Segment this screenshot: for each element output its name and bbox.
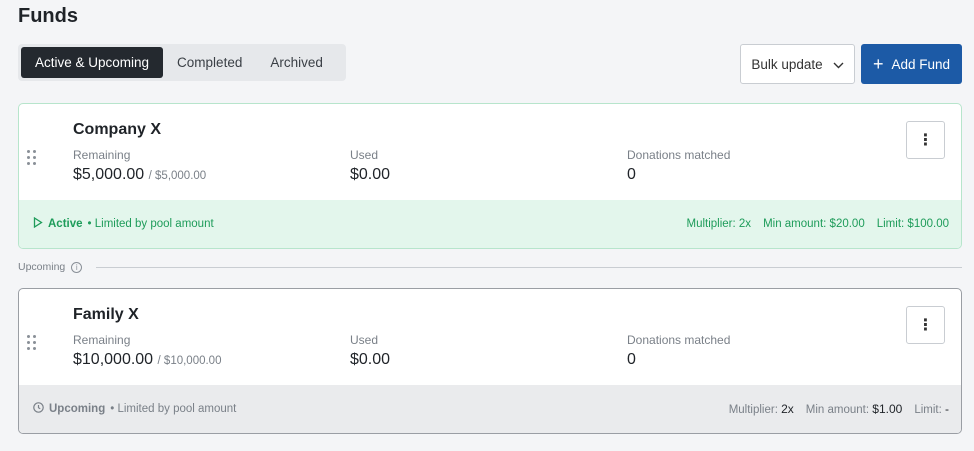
status-label: Upcoming (49, 403, 106, 415)
section-label: Upcoming (18, 261, 66, 273)
page-title: Funds (18, 5, 78, 27)
tab-active-upcoming[interactable]: Active & Upcoming (21, 47, 164, 78)
add-fund-button[interactable]: + Add Fund (861, 44, 962, 84)
fund-status-bar: Active • Limited by pool amount Multipli… (19, 200, 961, 248)
remaining-total: / $5,000.00 (148, 170, 207, 182)
fund-tabs: Active & Upcoming Completed Archived (18, 44, 346, 81)
drag-handle-icon[interactable] (27, 150, 37, 166)
info-icon[interactable]: i (71, 261, 83, 273)
chevron-down-icon (833, 57, 844, 72)
status-note: • Limited by pool amount (110, 403, 237, 415)
used-label: Used (350, 333, 379, 347)
remaining-total: / $10,000.00 (157, 355, 222, 367)
donations-value: 0 (627, 166, 636, 183)
more-vertical-icon[interactable]: ⋮ (906, 121, 945, 159)
multiplier-value: 2x (738, 218, 752, 230)
remaining-stat: Remaining $10,000.00 / $10,000.00 (73, 333, 221, 369)
used-label: Used (350, 148, 379, 162)
limit-value: $100.00 (907, 218, 949, 230)
used-value: $0.00 (350, 166, 391, 183)
fund-card-company-x: Company X Remaining $5,000.00 / $5,000.0… (18, 103, 962, 249)
remaining-amount: $10,000.00 (73, 351, 154, 368)
donations-value: 0 (627, 351, 636, 368)
remaining-amount: $5,000.00 (73, 166, 145, 183)
clock-icon (33, 402, 44, 416)
divider-line (96, 266, 962, 268)
fund-card-family-x: Family X Remaining $10,000.00 / $10,000.… (18, 288, 962, 434)
min-amount-value: $20.00 (829, 218, 865, 230)
play-icon (33, 216, 43, 231)
plus-icon: + (872, 54, 884, 74)
min-amount-label: Min amount: (763, 218, 827, 230)
donations-stat: Donations matched 0 (627, 148, 730, 184)
multiplier-value: 2x (781, 402, 794, 416)
donations-label: Donations matched (627, 148, 731, 162)
min-amount-value: $1.00 (872, 402, 903, 416)
status-label: Active (48, 218, 83, 230)
multiplier-label: Multiplier: (728, 404, 778, 416)
bulk-update-button[interactable]: Bulk update (740, 44, 855, 84)
used-value: $0.00 (350, 351, 391, 368)
tab-archived[interactable]: Archived (256, 47, 337, 78)
multiplier-label: Multiplier: (686, 218, 736, 230)
donations-label: Donations matched (627, 333, 731, 347)
more-vertical-icon[interactable]: ⋮ (906, 306, 945, 344)
drag-handle-icon[interactable] (27, 335, 37, 351)
tab-completed[interactable]: Completed (163, 47, 256, 78)
upcoming-section-divider: Upcoming i (18, 261, 962, 273)
limit-value: - (945, 402, 949, 416)
status-note: • Limited by pool amount (87, 218, 214, 230)
limit-label: Limit: (914, 404, 942, 416)
add-fund-label: Add Fund (891, 56, 951, 72)
min-amount-label: Min amount: (805, 404, 870, 416)
limit-label: Limit: (876, 218, 905, 230)
remaining-value: $5,000.00 / $5,000.00 (73, 166, 206, 184)
bulk-update-label: Bulk update (751, 56, 823, 72)
used-stat: Used $0.00 (350, 333, 390, 369)
fund-status-bar: Upcoming • Limited by pool amount Multip… (19, 385, 961, 433)
used-stat: Used $0.00 (350, 148, 390, 184)
remaining-stat: Remaining $5,000.00 / $5,000.00 (73, 148, 206, 184)
fund-name: Family X (73, 306, 139, 323)
fund-name: Company X (73, 121, 162, 138)
remaining-label: Remaining (73, 333, 131, 347)
remaining-value: $10,000.00 / $10,000.00 (73, 351, 221, 369)
remaining-label: Remaining (73, 148, 131, 162)
donations-stat: Donations matched 0 (627, 333, 730, 369)
